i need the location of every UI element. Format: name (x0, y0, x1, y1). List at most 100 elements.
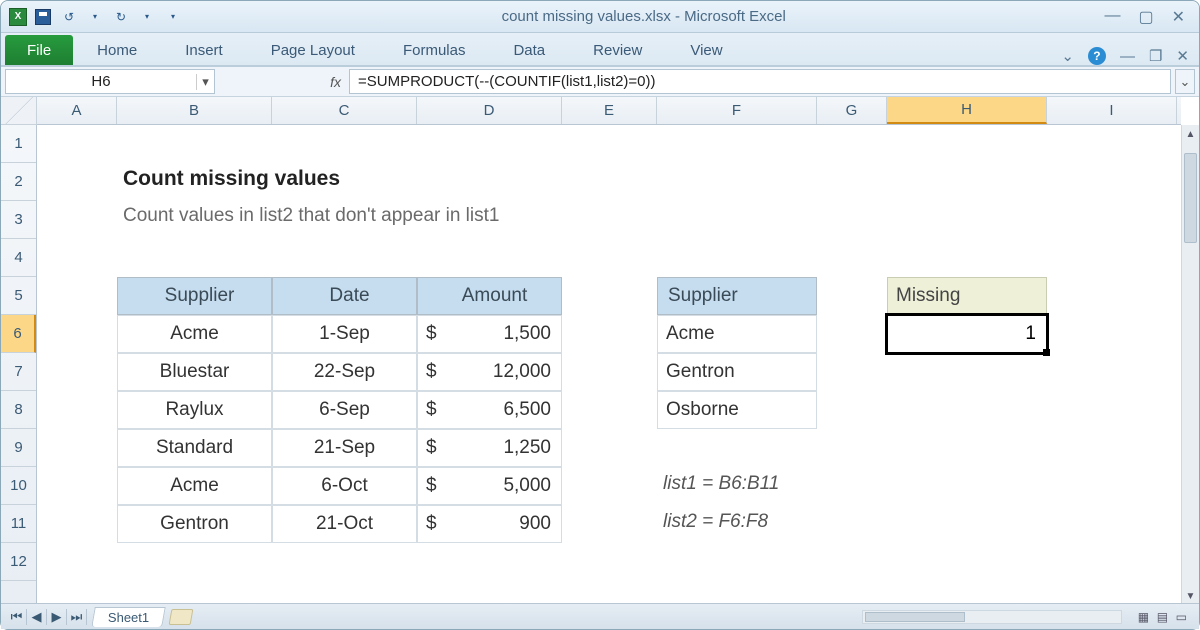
workbook-close-button[interactable]: ✕ (1176, 47, 1189, 65)
name-box-value: H6 (6, 73, 196, 90)
row-header-12[interactable]: 12 (1, 543, 36, 581)
row-header-10[interactable]: 10 (1, 467, 36, 505)
worksheet-grid[interactable]: A B C D E F G H I 1 2 3 4 5 6 7 8 9 10 1… (1, 97, 1199, 605)
cell-b11: Gentron (117, 505, 272, 543)
cell-c10: 6-Oct (272, 467, 417, 505)
tab-home[interactable]: Home (97, 42, 137, 65)
cell-h5-header: Missing (887, 277, 1047, 315)
col-header-h[interactable]: H (887, 97, 1047, 124)
cell-b2-title: Count missing values (123, 167, 340, 191)
tab-review[interactable]: Review (593, 42, 642, 65)
col-header-a[interactable]: A (37, 97, 117, 124)
active-cell-h6[interactable]: 1 (885, 313, 1049, 355)
ribbon-expand-icon[interactable]: ⌄ (1061, 47, 1074, 65)
cell-c11: 21-Oct (272, 505, 417, 543)
tab-page-layout[interactable]: Page Layout (271, 42, 355, 65)
window-title: count missing values.xlsx - Microsoft Ex… (183, 8, 1104, 25)
row-header-8[interactable]: 8 (1, 391, 36, 429)
minimize-button[interactable]: — (1104, 7, 1120, 27)
close-button[interactable]: ✕ (1172, 7, 1185, 27)
cell-b5-header: Supplier (117, 277, 272, 315)
pagelayout-view-icon[interactable]: ▤ (1157, 610, 1168, 624)
redo-dropdown[interactable]: ▾ (137, 7, 157, 27)
cell-d11: $900 (417, 505, 562, 543)
col-header-b[interactable]: B (117, 97, 272, 124)
row-header-9[interactable]: 9 (1, 429, 36, 467)
view-mode-icons: ▦ ▤ ▭ (1136, 609, 1189, 624)
workbook-minimize-button[interactable]: — (1120, 48, 1135, 65)
col-header-i[interactable]: I (1047, 97, 1177, 124)
tab-view[interactable]: View (690, 42, 722, 65)
row-header-11[interactable]: 11 (1, 505, 36, 543)
cell-b9: Standard (117, 429, 272, 467)
name-box-dropdown-icon[interactable]: ▾ (196, 74, 214, 90)
insert-function-button[interactable]: fx (330, 74, 341, 90)
undo-dropdown[interactable]: ▾ (85, 7, 105, 27)
col-header-e[interactable]: E (562, 97, 657, 124)
cell-h6-value: 1 (1025, 323, 1036, 345)
sheet-tab-label: Sheet1 (108, 610, 149, 625)
cells-area[interactable]: Count missing values Count values in lis… (37, 125, 1181, 605)
redo-button[interactable]: ↻ (111, 7, 131, 27)
row-headers: 1 2 3 4 5 6 7 8 9 10 11 12 (1, 125, 37, 605)
column-headers: A B C D E F G H I (37, 97, 1181, 125)
row-header-1[interactable]: 1 (1, 125, 36, 163)
cell-b7: Bluestar (117, 353, 272, 391)
col-header-f[interactable]: F (657, 97, 817, 124)
row-header-5[interactable]: 5 (1, 277, 36, 315)
vertical-scrollbar[interactable]: ▲ ▼ (1181, 125, 1199, 605)
tab-formulas[interactable]: Formulas (403, 42, 466, 65)
cell-d10: $5,000 (417, 467, 562, 505)
cell-c8: 6-Sep (272, 391, 417, 429)
name-box[interactable]: H6 ▾ (5, 69, 215, 94)
cell-f7: Gentron (657, 353, 817, 391)
hscroll-thumb[interactable] (865, 612, 965, 622)
formula-bar-expand-icon[interactable]: ⌄ (1175, 69, 1195, 94)
col-header-d[interactable]: D (417, 97, 562, 124)
sheet-tab-bar: ⏮ ◀ ▶ ⏭ Sheet1 ▦ ▤ ▭ (1, 603, 1199, 629)
cell-f6: Acme (657, 315, 817, 353)
cell-d5-header: Amount (417, 277, 562, 315)
cell-f5-header: Supplier (657, 277, 817, 315)
row-header-4[interactable]: 4 (1, 239, 36, 277)
window-controls: — ▢ ✕ (1104, 7, 1191, 27)
row-header-7[interactable]: 7 (1, 353, 36, 391)
undo-button[interactable]: ↺ (59, 7, 79, 27)
sheet-nav-next[interactable]: ▶ (47, 609, 67, 625)
sheet-nav-last[interactable]: ⏭ (67, 609, 87, 625)
tab-data[interactable]: Data (513, 42, 545, 65)
maximize-button[interactable]: ▢ (1138, 7, 1153, 27)
tab-insert[interactable]: Insert (185, 42, 223, 65)
cell-f10-note: list1 = B6:B11 (663, 473, 779, 495)
file-tab[interactable]: File (5, 35, 73, 65)
cell-b8: Raylux (117, 391, 272, 429)
sheet-nav-first[interactable]: ⏮ (7, 609, 27, 625)
sheet-tab-sheet1[interactable]: Sheet1 (91, 607, 166, 627)
cell-b3-subtitle: Count values in list2 that don't appear … (123, 205, 499, 227)
select-all-corner[interactable] (1, 97, 37, 125)
cell-c5-header: Date (272, 277, 417, 315)
qat-customize[interactable]: ▾ (163, 7, 183, 27)
row-header-6[interactable]: 6 (1, 315, 36, 353)
formula-bar-buttons: fx (219, 67, 349, 96)
formula-bar[interactable]: =SUMPRODUCT(--(COUNTIF(list1,list2)=0)) (349, 69, 1171, 94)
cell-b10: Acme (117, 467, 272, 505)
save-button[interactable] (33, 7, 53, 27)
titlebar: ↺ ▾ ↻ ▾ ▾ count missing values.xlsx - Mi… (1, 1, 1199, 33)
row-header-3[interactable]: 3 (1, 201, 36, 239)
workbook-restore-button[interactable]: ❐ (1149, 47, 1162, 65)
sheet-nav-prev[interactable]: ◀ (27, 609, 47, 625)
col-header-c[interactable]: C (272, 97, 417, 124)
horizontal-scrollbar[interactable] (862, 610, 1122, 624)
cell-d6: $1,500 (417, 315, 562, 353)
row-header-2[interactable]: 2 (1, 163, 36, 201)
pagebreak-view-icon[interactable]: ▭ (1176, 610, 1187, 624)
normal-view-icon[interactable]: ▦ (1138, 610, 1149, 624)
cell-c9: 21-Sep (272, 429, 417, 467)
scroll-thumb[interactable] (1184, 153, 1197, 243)
cell-d7: $12,000 (417, 353, 562, 391)
help-icon[interactable]: ? (1088, 47, 1106, 65)
new-sheet-button[interactable] (169, 609, 194, 625)
scroll-up-icon[interactable]: ▲ (1182, 125, 1199, 143)
col-header-g[interactable]: G (817, 97, 887, 124)
